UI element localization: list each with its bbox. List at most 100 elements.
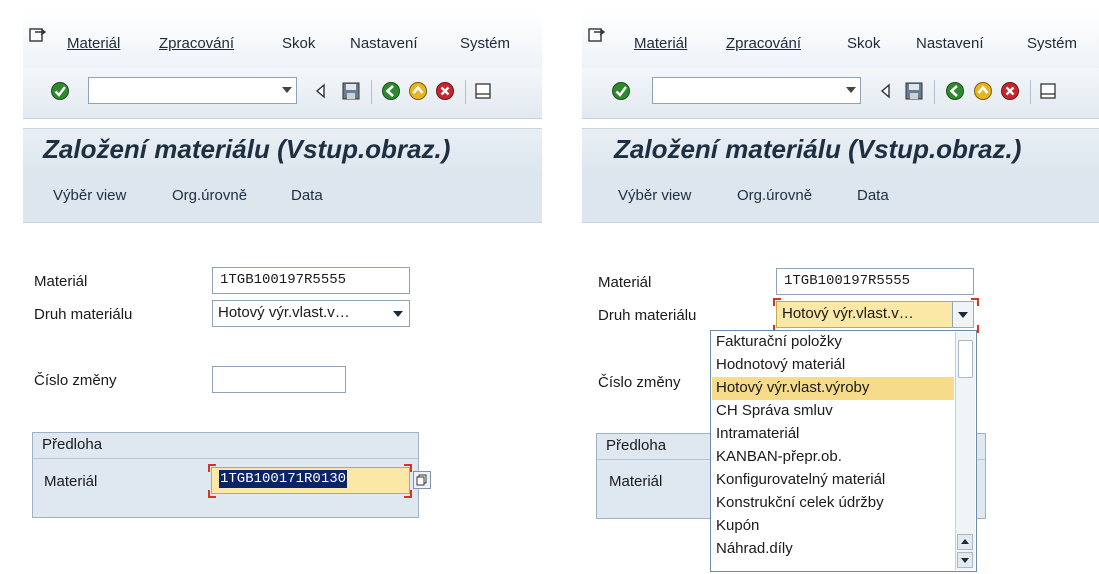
change-number-field[interactable] [212,366,346,393]
list-item-selected[interactable]: Hotový výr.vlast.výroby [712,377,954,400]
command-input[interactable] [92,80,271,102]
back-icon[interactable] [381,81,401,101]
chevron-down-icon[interactable] [282,87,292,93]
menu-options-icon[interactable] [29,28,47,44]
menu-processing-label: Zpracování [159,35,235,52]
focus-marker [208,490,216,498]
menu-processing[interactable]: Zpracování [159,35,234,52]
cancel-icon[interactable] [435,81,455,101]
list-item[interactable]: Kupón [712,515,954,538]
back-triangle-icon[interactable] [311,81,331,101]
screen-left: Materiál Zpracování Skok Nastavení Systé… [23,10,542,572]
material-type-select[interactable]: Hotový výr.vlast.v… [212,300,410,327]
template-material-field[interactable]: 1TGB100171R0130 [211,467,410,494]
menu-settings-label: Nastavení [916,35,984,52]
menu-system-label: Systém [460,35,511,52]
menu-goto-label: Skok [847,35,881,52]
screen-right: Materiál Zpracování Skok Nastavení Systé… [582,10,1099,572]
list-item[interactable]: Konstrukční celek údržby [712,492,954,515]
page-title: Založení materiálu (Vstup.obraz.) [43,134,451,164]
material-type-label: Druh materiálu [598,307,697,324]
dropdown-button[interactable] [952,302,973,327]
list-item[interactable]: Náhrad.díly [712,538,954,561]
select-views-button[interactable]: Výběr view [53,187,126,204]
print-icon[interactable] [1038,81,1058,101]
material-label: Materiál [34,273,88,290]
chevron-down-icon[interactable] [393,311,403,317]
menu-material[interactable]: Materiál [67,35,120,52]
template-group-title: Předloha [33,433,418,459]
material-type-select[interactable]: Hotový výr.vlast.v… [776,301,974,328]
command-input[interactable] [656,80,835,102]
list-item[interactable]: CH Správa smluv [712,400,954,423]
enter-icon[interactable] [611,81,631,101]
standard-toolbar [582,68,1099,119]
scroll-down-button[interactable] [957,552,973,568]
menu-settings[interactable]: Nastavení [916,35,984,52]
print-icon[interactable] [473,81,493,101]
command-field[interactable] [652,77,861,104]
back-triangle-icon[interactable] [876,81,896,101]
menu-processing[interactable]: Zpracování [726,35,801,52]
save-icon[interactable] [904,81,924,101]
org-levels-button[interactable]: Org.úrovně [172,187,247,204]
command-field[interactable] [88,77,297,104]
standard-toolbar [23,68,542,119]
menu-system-label: Systém [1027,35,1078,52]
org-levels-button[interactable]: Org.úrovně [737,187,812,204]
material-label: Materiál [598,274,652,291]
exit-icon[interactable] [973,81,993,101]
select-views-button[interactable]: Výběr view [618,187,691,204]
menu-material-label: Materiál [67,35,121,52]
template-material-label: Materiál [44,473,98,490]
chevron-down-icon[interactable] [846,87,856,93]
menu-goto[interactable]: Skok [847,35,880,52]
material-type-value: Hotový výr.vlast.v… [782,305,914,322]
menu-material[interactable]: Materiál [634,35,687,52]
menu-system[interactable]: Systém [460,35,510,52]
enter-icon[interactable] [50,81,70,101]
menu-options-icon[interactable] [588,28,606,44]
save-icon[interactable] [341,81,361,101]
dropdown-scrollbar[interactable] [955,332,975,570]
list-item[interactable]: Hodnotový materiál [712,354,954,377]
menu-settings-label: Nastavení [350,35,418,52]
list-item[interactable]: Intramateriál [712,423,954,446]
data-button[interactable]: Data [857,187,889,204]
chevron-down-icon[interactable] [958,312,968,318]
arrow-down-icon [961,558,969,563]
material-type-value: Hotový výr.vlast.v… [218,304,350,321]
scroll-up-button[interactable] [957,534,973,550]
search-help-icon[interactable] [413,471,431,489]
exit-icon[interactable] [408,81,428,101]
toolbar-separator [371,80,372,104]
toolbar-separator [1030,80,1031,104]
focus-marker [404,490,412,498]
template-material-label: Materiál [609,473,663,490]
toolbar-separator [465,80,466,104]
cancel-icon[interactable] [1000,81,1020,101]
scroll-thumb[interactable] [958,340,973,378]
list-item[interactable]: Fakturační položky [712,331,954,354]
focus-marker [773,298,781,306]
menu-settings[interactable]: Nastavení [350,35,418,52]
list-item[interactable]: KANBAN-přepr.ob. [712,446,954,469]
focus-marker [208,464,216,472]
menu-processing-label: Zpracování [726,35,802,52]
menu-goto[interactable]: Skok [282,35,315,52]
menu-system[interactable]: Systém [1027,35,1077,52]
focus-marker [971,298,979,306]
menu-material-label: Materiál [634,35,688,52]
menu-goto-label: Skok [282,35,316,52]
material-field[interactable]: 1TGB100197R5555 [212,267,410,294]
material-type-dropdown-list: Fakturační položky Hodnotový materiál Ho… [710,330,977,572]
menu-bar: Materiál Zpracování Skok Nastavení Systé… [23,10,542,68]
list-item[interactable]: Konfigurovatelný materiál [712,469,954,492]
material-field[interactable]: 1TGB100197R5555 [776,268,974,295]
screen-title-bar: Založení materiálu (Vstup.obraz.) [582,128,1099,173]
change-number-label: Číslo změny [34,372,117,389]
template-material-value: 1TGB100171R0130 [219,470,348,488]
back-icon[interactable] [945,81,965,101]
data-button[interactable]: Data [291,187,323,204]
page-title: Založení materiálu (Vstup.obraz.) [614,134,1022,164]
